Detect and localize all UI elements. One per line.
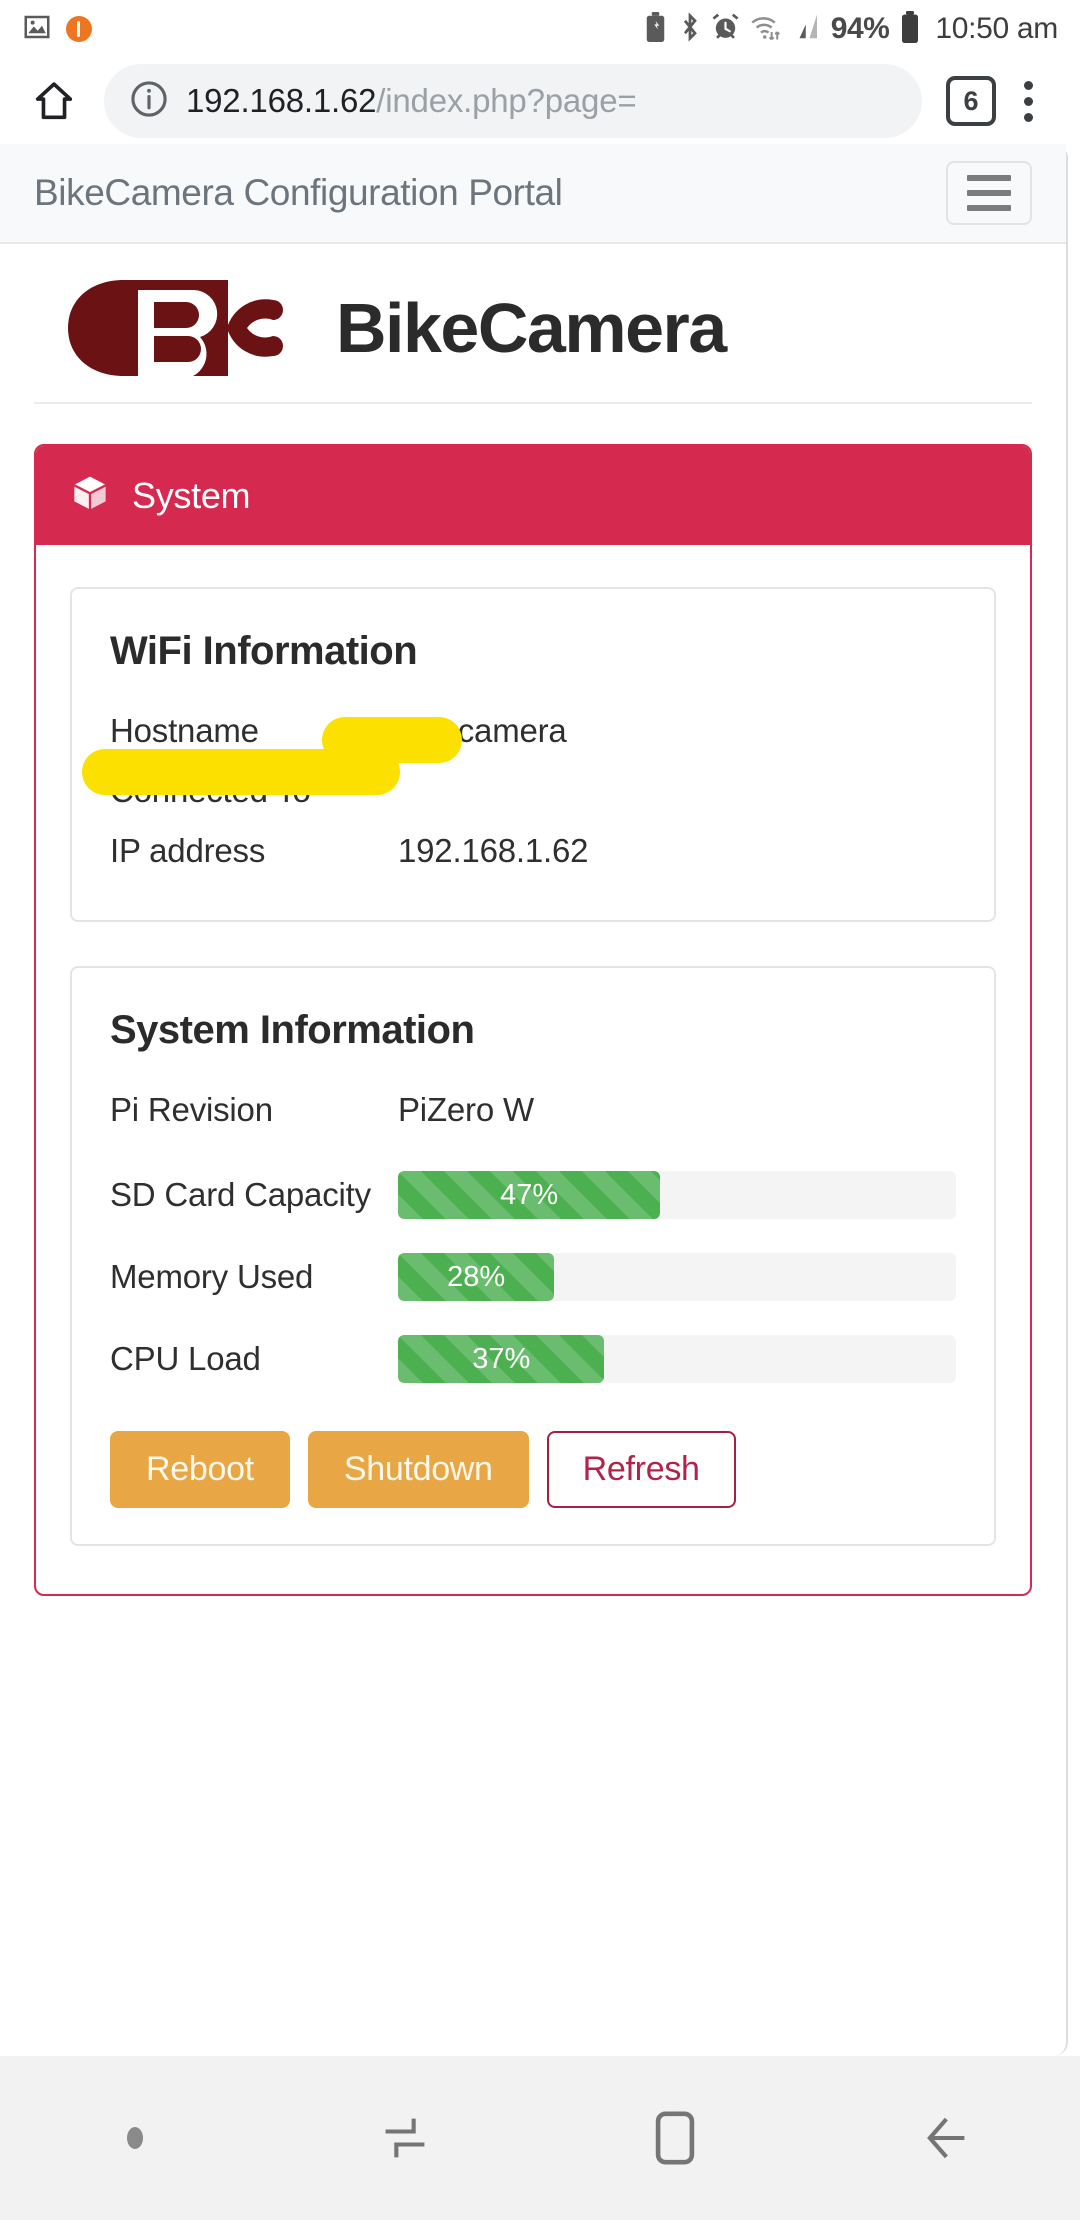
hamburger-icon[interactable]: [946, 161, 1032, 225]
orange-record-icon: [66, 16, 92, 42]
system-information-panel: System Information Pi Revision PiZero W …: [70, 966, 996, 1546]
alarm-icon: [711, 12, 740, 47]
url-bar[interactable]: 192.168.1.62/index.php?page=: [104, 64, 922, 138]
image-icon: [22, 12, 52, 47]
recents-icon[interactable]: [270, 2112, 540, 2164]
system-action-buttons: Reboot Shutdown Refresh: [110, 1431, 956, 1508]
clock-label: 10:50 am: [935, 12, 1058, 45]
overflow-menu-icon[interactable]: [1002, 73, 1054, 129]
status-bar-right-icons: 94% 10:50 am: [642, 10, 1058, 48]
system-card: System WiFi Information Hostname bikecam…: [34, 444, 1032, 1596]
cpu-load-bar: 37%: [398, 1335, 605, 1383]
android-navigation-bar: [0, 2056, 1080, 2220]
url-domain: 192.168.1.62: [186, 82, 377, 119]
meter-row-memory: Memory Used 28%: [110, 1253, 956, 1301]
pi-revision-label: Pi Revision: [110, 1091, 273, 1128]
sd-card-capacity-label: SD Card Capacity: [110, 1176, 371, 1213]
browser-toolbar: 192.168.1.62/index.php?page= 6: [0, 58, 1080, 144]
cpu-load-label: CPU Load: [110, 1340, 261, 1377]
web-page-viewport: BikeCamera Configuration Portal BikeCame…: [0, 144, 1080, 2056]
memory-used-progress: 28%: [398, 1253, 956, 1301]
wifi-ip-address-value: 192.168.1.62: [398, 832, 589, 869]
back-icon[interactable]: [810, 2112, 1080, 2164]
tab-count-button[interactable]: 6: [946, 76, 996, 126]
sd-card-capacity-bar: 47%: [398, 1171, 661, 1219]
memory-used-label: Memory Used: [110, 1258, 314, 1295]
redaction-mark-2: [82, 749, 400, 795]
home-icon[interactable]: [26, 73, 82, 129]
wifi-information-title: WiFi Information: [110, 629, 418, 673]
url-text: 192.168.1.62/index.php?page=: [186, 82, 636, 120]
brand-row: BikeCamera: [34, 244, 1032, 404]
wifi-row-ip-address: IP address 192.168.1.62: [110, 824, 956, 878]
pi-revision-value: PiZero W: [398, 1091, 534, 1128]
memory-used-bar: 28%: [398, 1253, 555, 1301]
site-info-icon[interactable]: [128, 78, 170, 125]
cube-icon: [70, 473, 110, 518]
wifi-information-panel: WiFi Information Hostname bikecamera Con…: [70, 587, 996, 922]
battery-icon: [898, 10, 922, 48]
status-bar: 94% 10:50 am: [0, 0, 1080, 58]
meter-row-cpu-load: CPU Load 37%: [110, 1335, 956, 1383]
status-bar-left-icons: [22, 12, 92, 47]
phone-screen: 94% 10:50 am 192.168.1.62/index.php?page…: [0, 0, 1080, 2220]
bluetooth-icon: [678, 11, 702, 47]
home-icon[interactable]: [540, 2109, 810, 2167]
web-page: BikeCamera Configuration Portal BikeCame…: [0, 144, 1068, 2056]
wifi-icon: [749, 12, 783, 47]
refresh-button[interactable]: Refresh: [546, 1431, 736, 1508]
battery-saver-icon: [642, 11, 669, 47]
bikecamera-bc-logo: [68, 280, 292, 376]
brand-title: BikeCamera: [336, 289, 727, 367]
system-card-title: System: [132, 474, 251, 516]
meter-row-sd-card: SD Card Capacity 47%: [110, 1171, 956, 1219]
battery-percent-label: 94%: [830, 12, 890, 45]
site-navbar: BikeCamera Configuration Portal: [0, 144, 1066, 244]
cpu-load-progress: 37%: [398, 1335, 956, 1383]
wifi-ip-address-label: IP address: [110, 832, 266, 869]
system-information-title: System Information: [110, 1008, 475, 1052]
dot-indicator: [0, 2127, 270, 2149]
shutdown-button[interactable]: Shutdown: [307, 1431, 529, 1508]
system-card-body: WiFi Information Hostname bikecamera Con…: [36, 545, 1030, 1594]
signal-icon: [792, 12, 822, 47]
system-row-pi-revision: Pi Revision PiZero W: [110, 1083, 956, 1137]
site-brand-label: BikeCamera Configuration Portal: [34, 172, 563, 213]
system-card-header: System: [36, 446, 1030, 545]
url-path: /index.php?page=: [376, 82, 637, 119]
sd-card-capacity-progress: 47%: [398, 1171, 956, 1219]
reboot-button[interactable]: Reboot: [110, 1431, 290, 1508]
